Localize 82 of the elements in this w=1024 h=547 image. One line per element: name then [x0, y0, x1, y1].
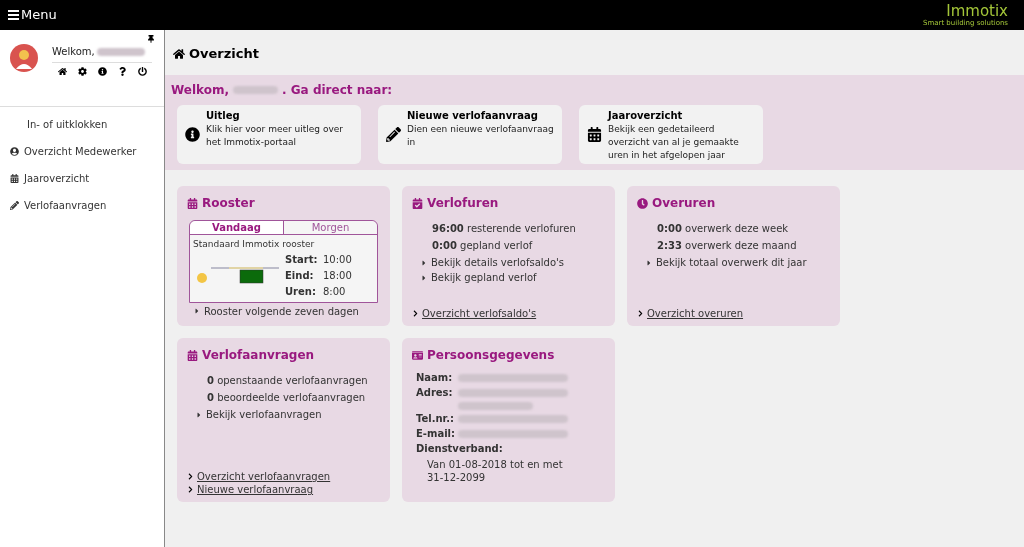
chevron-icon	[187, 473, 194, 480]
card-title: Verlofaanvragen	[202, 347, 315, 364]
link[interactable]: Bekijk details verlofsaldo's	[420, 255, 605, 270]
card-title: Overuren	[652, 195, 716, 212]
field-label: Naam:	[416, 372, 454, 384]
shortcut-title: Nieuwe verlofaanvraag	[407, 109, 539, 123]
schedule-value: 8:00	[323, 284, 346, 299]
field-label: Adres:	[416, 387, 454, 400]
calendar-icon	[587, 127, 602, 142]
sidebar-item[interactable]: Jaaroverzicht	[0, 165, 164, 192]
home-icon[interactable]	[58, 67, 67, 76]
card-title: Rooster	[202, 195, 255, 212]
stat-text: 2:33 overwerk deze maand	[657, 239, 798, 253]
welcome-text: Welkom,	[171, 82, 230, 99]
redacted-text	[233, 86, 279, 94]
calendar-icon	[412, 197, 423, 209]
home-icon	[173, 47, 185, 60]
pencil-icon	[386, 127, 401, 142]
info-icon	[185, 127, 200, 142]
clock-icon	[637, 197, 648, 209]
shortcut-title: Uitleg	[206, 109, 241, 123]
user-icon	[10, 147, 19, 156]
tab[interactable]: Morgen	[283, 221, 377, 235]
link[interactable]: Bekijk gepland verlof	[420, 270, 605, 285]
menu-button[interactable]: Menu	[8, 5, 57, 25]
contract-period: Van 01-08-2018 tot en met 31-12-2099	[426, 458, 564, 484]
help-icon[interactable]	[118, 67, 127, 76]
info-icon[interactable]	[98, 67, 107, 76]
menu-icon	[8, 10, 19, 20]
link[interactable]: Bekijk totaal overwerk dit jaar	[645, 255, 830, 270]
shortcut-card[interactable]: Jaaroverzicht Bekijk een gedetaileerd overzicht van al je gemaakte uren in het afgelopen jaar	[579, 105, 763, 164]
schedule-name: Standaard Immotix rooster	[193, 238, 316, 251]
sidebar-item[interactable]: In- of uitklokken	[0, 111, 164, 138]
card-title: Verlofuren	[427, 195, 499, 212]
link[interactable]: Rooster volgende zeven dagen	[193, 303, 380, 319]
field-label: Tel.nr.:	[416, 413, 455, 425]
sidebar-item[interactable]: Overzicht Medewerker	[0, 138, 164, 165]
welcome-text: . Ga direct naar:	[282, 82, 393, 99]
schedule-label: Uren:	[285, 284, 317, 299]
stat-text: 96:00 resterende verlofuren	[432, 222, 577, 236]
caret-icon	[645, 258, 653, 267]
footer-link[interactable]: Nieuwe verlofaanvraag	[197, 483, 314, 496]
pencil-icon	[10, 201, 19, 210]
card-title: Persoonsgegevens	[427, 347, 555, 364]
footer-link[interactable]: Overzicht overuren	[647, 307, 744, 320]
caret-icon	[195, 410, 203, 419]
page-title: Overzicht	[189, 44, 259, 63]
greeting: Welkom,	[52, 45, 95, 59]
caret-icon	[193, 307, 201, 315]
id-card-icon	[412, 349, 423, 361]
stat-text: 0:00 gepland verlof	[432, 239, 534, 253]
calendar-icon	[10, 174, 19, 183]
shortcut-title: Jaaroverzicht	[608, 109, 684, 123]
chevron-icon	[637, 310, 644, 317]
shortcut-text: Bekijk een gedetaileerd overzicht van al je gemaakte uren in het afgelopen jaar	[608, 123, 740, 162]
power-icon[interactable]	[138, 67, 147, 76]
chevron-icon	[187, 486, 194, 493]
link[interactable]: Bekijk verlofaanvragen	[195, 407, 380, 422]
schedule-label: Start:	[285, 252, 319, 267]
calendar-icon	[187, 197, 198, 209]
schedule-label: Eind:	[285, 268, 315, 283]
shortcut-text: Klik hier voor meer uitleg over het Immotix-portaal	[206, 123, 344, 149]
schedule-value: 10:00	[323, 252, 352, 267]
calendar-icon	[187, 349, 198, 361]
shortcut-text: Dien een nieuwe verlofaanvraag in	[407, 123, 554, 149]
stat-text: 0:00 overwerk deze week	[657, 222, 790, 236]
pin-icon[interactable]	[147, 35, 155, 43]
chevron-icon	[412, 310, 419, 317]
avatar	[10, 44, 38, 72]
field-label: E-mail:	[416, 428, 456, 440]
redacted-text	[96, 47, 145, 56]
shortcut-card[interactable]: Nieuwe verlofaanvraag Dien een nieuwe verlofaanvraag in	[378, 105, 562, 164]
field-label: Dienstverband:	[416, 443, 504, 455]
shortcut-card[interactable]: Uitleg Klik hier voor meer uitleg over het Immotix-portaal	[177, 105, 361, 164]
footer-link[interactable]: Overzicht verlofaanvragen	[197, 470, 331, 483]
tab[interactable]: Vandaag	[190, 221, 283, 235]
stat-text: 0 openstaande verlofaanvragen	[207, 374, 369, 388]
schedule-value: 18:00	[323, 268, 352, 283]
sidebar-item[interactable]: Verlofaanvragen	[0, 192, 164, 219]
settings-icon[interactable]	[78, 67, 87, 76]
footer-link[interactable]: Overzicht verlofsaldo's	[422, 307, 537, 320]
stat-text: 0 beoordeelde verlofaanvragen	[207, 391, 367, 405]
